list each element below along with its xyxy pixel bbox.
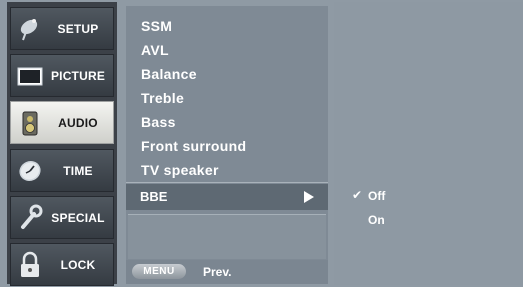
menu-key-button[interactable]: MENU — [132, 264, 186, 279]
audio-submenu: SSM AVL Balance Treble Bass Front surrou… — [126, 6, 328, 284]
padlock-icon — [11, 247, 49, 283]
prev-label: Prev. — [203, 265, 232, 279]
category-sidebar: SETUP PICTURE AUDIO TIME SPECIAL LOCK — [7, 2, 117, 286]
sidebar-item-label: SETUP — [57, 21, 99, 36]
wrench-icon — [11, 200, 49, 236]
sidebar-item-label: PICTURE — [50, 68, 106, 83]
sidebar-item-time[interactable]: TIME — [10, 149, 114, 192]
clock-icon — [11, 153, 49, 189]
menu-item-balance[interactable]: Balance — [141, 66, 197, 82]
footer-bar: MENU Prev. — [126, 260, 328, 284]
sidebar-item-setup[interactable]: SETUP — [10, 7, 114, 50]
tv-screen-icon — [11, 58, 49, 94]
sidebar-item-audio[interactable]: AUDIO — [10, 101, 114, 144]
speaker-icon — [11, 105, 49, 141]
satellite-dish-icon — [11, 11, 49, 47]
menu-item-label: BBE — [140, 189, 168, 204]
checkmark-icon: ✔ — [352, 188, 363, 202]
option-on[interactable]: On — [368, 213, 385, 227]
menu-item-bass[interactable]: Bass — [141, 114, 176, 130]
right-arrow-icon — [304, 191, 314, 203]
menu-item-avl[interactable]: AVL — [141, 42, 169, 58]
menu-item-treble[interactable]: Treble — [141, 90, 184, 106]
divider — [126, 182, 328, 183]
sidebar-item-picture[interactable]: PICTURE — [10, 54, 114, 97]
menu-item-front-surround[interactable]: Front surround — [141, 138, 246, 154]
sidebar-item-label: AUDIO — [58, 115, 98, 130]
sidebar-item-lock[interactable]: LOCK — [10, 243, 114, 286]
menu-item-tv-speaker[interactable]: TV speaker — [141, 162, 219, 178]
sidebar-item-special[interactable]: SPECIAL — [10, 196, 114, 239]
sidebar-item-label: LOCK — [60, 257, 96, 272]
sidebar-item-label: TIME — [63, 163, 93, 178]
empty-panel — [128, 214, 326, 259]
bbe-options-panel: ✔ Off On — [334, 2, 523, 285]
sidebar-item-label: SPECIAL — [51, 210, 105, 225]
submenu-list: SSM AVL Balance Treble Bass Front surrou… — [126, 6, 328, 182]
menu-item-ssm[interactable]: SSM — [141, 18, 172, 34]
option-off[interactable]: Off — [368, 189, 385, 203]
menu-item-bbe[interactable]: BBE — [126, 184, 328, 210]
